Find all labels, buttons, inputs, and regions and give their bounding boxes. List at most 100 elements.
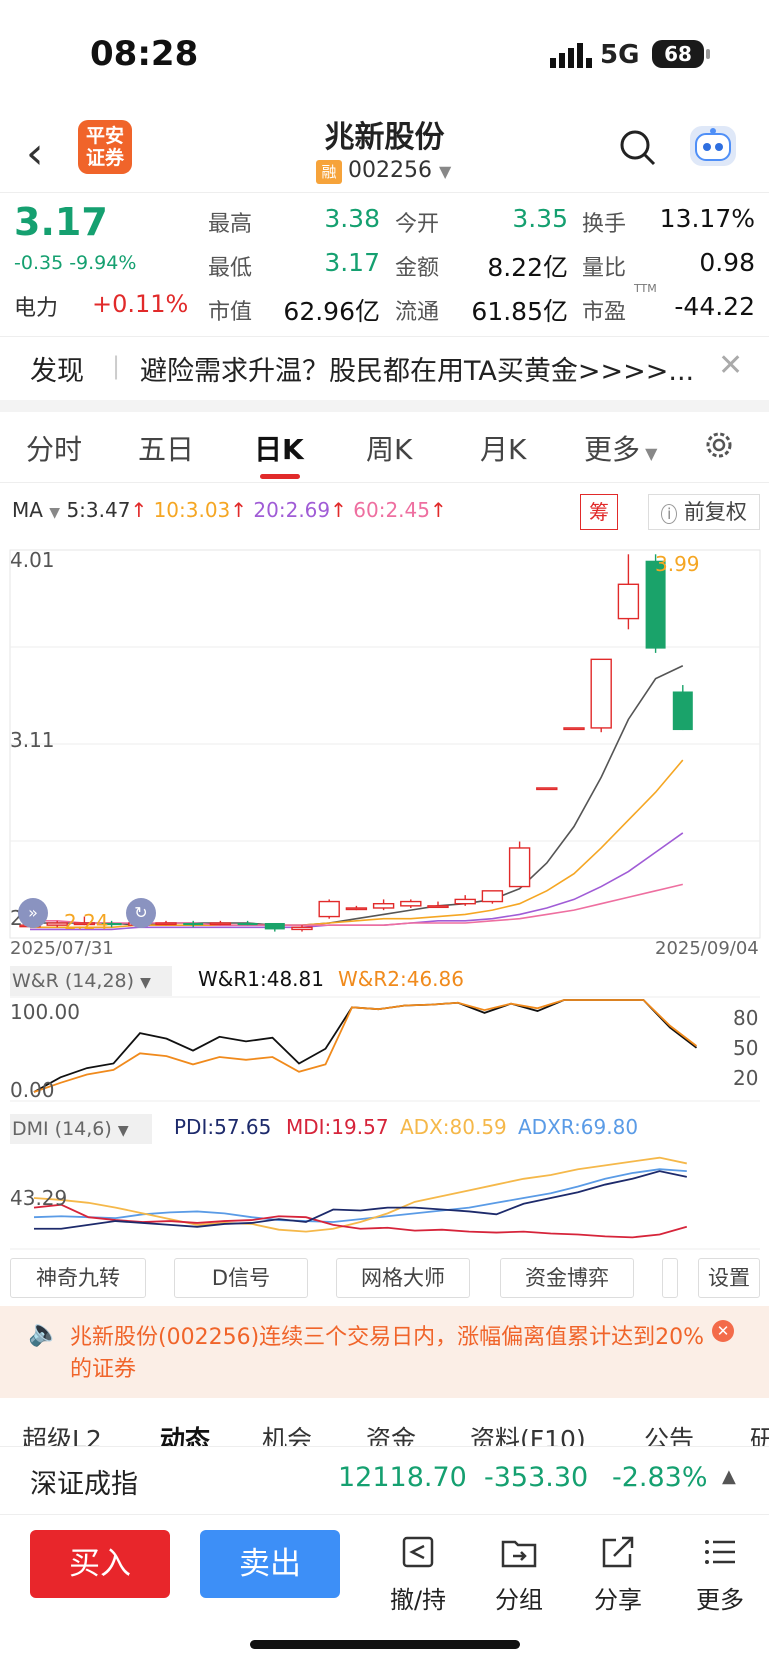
search-icon[interactable] [618, 128, 658, 168]
tool-button[interactable]: 网格大师 [336, 1258, 470, 1298]
quote-value: 3.35 [512, 204, 568, 233]
wr2-line [33, 999, 698, 1093]
tab-research[interactable]: 研 [750, 1420, 769, 1446]
adjust-button[interactable]: i 前复权 [648, 494, 760, 530]
ma-legend[interactable]: MA ▼ 5:3.47↑ 10:3.03↑ 20:2.69↑ 60:2.45↑ [12, 498, 447, 522]
quote-label: 金额 [395, 256, 440, 281]
close-icon[interactable]: ✕ [718, 348, 743, 383]
network-label: 5G [600, 40, 640, 70]
candlestick-chart[interactable] [0, 540, 769, 960]
refresh-icon[interactable]: ↻ [126, 898, 156, 928]
y-tick-label: 3.11 [10, 728, 55, 752]
group-button[interactable]: 分组 [479, 1532, 559, 1615]
tab-weekly-k[interactable]: 周K [366, 428, 412, 468]
candle-body [291, 926, 313, 931]
expand-up-icon[interactable]: ▲ [722, 1466, 736, 1487]
tab-more[interactable]: 更多 ▼ [584, 428, 657, 468]
info-tabs: 超级L2 动态 机会 资金 资料(F10) 公告 研 [0, 1412, 769, 1446]
ma-line-ma5 [30, 665, 684, 926]
active-tab-indicator [260, 474, 300, 479]
candle-body [536, 787, 558, 791]
y-tick-label: 4.01 [10, 548, 55, 572]
battery-icon: 68 [652, 40, 710, 68]
tool-button[interactable]: 神奇九转 [10, 1258, 146, 1298]
chip-distribution-button[interactable]: 筹 [580, 494, 618, 530]
pdi-line [34, 1170, 687, 1230]
quote-value: 3.17 [324, 248, 380, 277]
wr-chart[interactable] [0, 996, 769, 1102]
ma-line-ma10 [30, 759, 684, 929]
share-button[interactable]: 分享 [578, 1532, 658, 1615]
tool-button[interactable]: 资金博弈 [500, 1258, 634, 1298]
tools-settings-button[interactable]: 设置 [698, 1258, 760, 1298]
sector-change: +0.11% [92, 290, 189, 318]
quote-label: 最高 [208, 212, 253, 237]
tab-news[interactable]: 动态 [160, 1420, 210, 1446]
tab-daily-k[interactable]: 日K [254, 428, 304, 468]
wr2-value: W&R2:46.86 [338, 967, 464, 991]
status-time: 08:28 [90, 34, 199, 74]
candle-body [590, 658, 612, 729]
quote-label: 量比 [582, 256, 627, 281]
tab-intraday[interactable]: 分时 [26, 428, 82, 468]
more-button[interactable]: 更多 [680, 1532, 760, 1615]
candle-body [481, 890, 504, 903]
close-icon[interactable]: ✕ [712, 1320, 734, 1342]
tab-opportunity[interactable]: 机会 [262, 1420, 312, 1446]
quote-value: 3.38 [324, 204, 380, 233]
candle-body [345, 907, 368, 911]
signal-icon [550, 43, 592, 68]
margin-badge: 融 [316, 160, 342, 184]
candle-body [237, 922, 258, 926]
discover-label: 发现 [30, 356, 84, 387]
quote-value: 13.17% [659, 204, 755, 233]
adxr-line [33, 1168, 687, 1223]
wr1-line [33, 999, 698, 1093]
robot-assistant-icon[interactable] [690, 126, 736, 166]
tab-announcement[interactable]: 公告 [644, 1420, 694, 1446]
stock-code[interactable]: 融 002256 ▼ [316, 158, 451, 184]
sector-label[interactable]: 电力 [14, 290, 58, 322]
dmi-chart[interactable] [0, 1146, 769, 1250]
quote-value: 62.96亿 [283, 297, 380, 326]
cancel-hold-icon [402, 1536, 434, 1568]
sell-button[interactable]: 卖出 [200, 1530, 340, 1598]
quote-label: 今开 [395, 212, 440, 237]
dmi-indicator-selector[interactable]: DMI (14,6) ▼ [10, 1114, 152, 1144]
expand-left-icon[interactable]: » [18, 898, 48, 928]
index-name: 深证成指 [30, 1469, 138, 1500]
wr-tick: 0.00 [10, 1078, 55, 1102]
buy-button[interactable]: 买入 [30, 1530, 170, 1598]
wr-tick: 50 [733, 1036, 759, 1060]
index-value: 12118.70 [338, 1462, 467, 1493]
candle-body [400, 900, 422, 907]
candle-body [563, 727, 585, 731]
tab-l2[interactable]: 超级L2 [22, 1420, 102, 1446]
quote-value: 61.85亿 [471, 297, 568, 326]
banner-text[interactable]: 避险需求升温？股民都在用TA买黄金>>>>... [140, 349, 694, 388]
candle-body [617, 583, 640, 620]
low-annotation: 2.24 [64, 910, 109, 934]
tab-five-day[interactable]: 五日 [138, 428, 194, 468]
settings-gear-icon[interactable] [702, 428, 736, 462]
divider: | [112, 352, 121, 380]
candle-body [508, 847, 531, 888]
tool-button-partial[interactable] [662, 1258, 678, 1298]
tab-monthly-k[interactable]: 月K [480, 428, 526, 468]
tab-funds[interactable]: 资金 [366, 1420, 416, 1446]
mdi-value: MDI:19.57 [286, 1115, 389, 1139]
index-pct: -2.83% [612, 1462, 708, 1493]
date-end-label: 2025/09/04 [655, 938, 759, 959]
quote-label: 流通 [395, 300, 440, 325]
section-gap [0, 400, 769, 412]
menu-icon [705, 1540, 735, 1564]
tab-f10[interactable]: 资料(F10) [470, 1420, 586, 1446]
tool-button[interactable]: D信号 [174, 1258, 308, 1298]
candle-body [183, 922, 204, 926]
quote-label: 市盈 [582, 300, 627, 325]
candle-body [454, 898, 476, 905]
high-annotation: 3.99 [655, 552, 700, 576]
cancel-hold-button[interactable]: 撤/持 [378, 1532, 458, 1615]
wr-indicator-selector[interactable]: W&R (14,28) ▼ [10, 966, 172, 996]
share-icon [602, 1536, 634, 1568]
